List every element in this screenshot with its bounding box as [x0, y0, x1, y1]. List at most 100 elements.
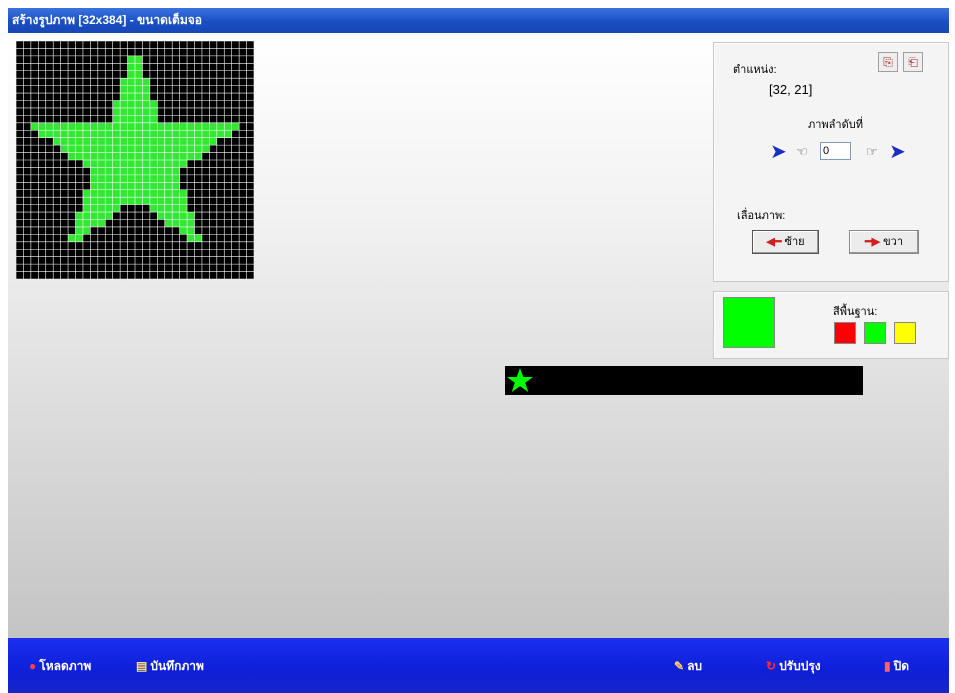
pixel-cell[interactable] — [127, 197, 135, 205]
arrow-right-icon[interactable]: ➤ — [889, 142, 906, 162]
pixel-cell[interactable] — [224, 122, 232, 131]
pixel-cell[interactable] — [142, 107, 150, 116]
pixel-cell[interactable] — [97, 197, 106, 205]
pixel-cell[interactable] — [82, 145, 91, 153]
pixel-cell[interactable] — [142, 182, 150, 190]
pixel-cell[interactable] — [149, 152, 158, 160]
pixel-cell[interactable] — [157, 197, 165, 205]
pixel-cell[interactable] — [60, 130, 69, 138]
pixel-cell[interactable] — [187, 234, 195, 242]
pixel-cell[interactable] — [157, 174, 165, 183]
pixel-cell[interactable] — [179, 152, 188, 160]
pixel-cell[interactable] — [82, 219, 91, 227]
hand-left-icon[interactable]: ☜ — [796, 144, 808, 160]
pixel-cell[interactable] — [142, 189, 150, 198]
pixel-cell[interactable] — [105, 197, 113, 205]
pixel-cell[interactable] — [82, 130, 91, 138]
pixel-cell[interactable] — [53, 130, 61, 138]
pixel-cell[interactable] — [172, 160, 180, 168]
pixel-cell[interactable] — [179, 145, 188, 153]
pixel-cell[interactable] — [120, 152, 128, 160]
pixel-cell[interactable] — [75, 130, 83, 138]
pixel-cell[interactable] — [157, 160, 165, 168]
pixel-cell[interactable] — [187, 145, 195, 153]
pixel-cell[interactable] — [149, 137, 158, 146]
pixel-cell[interactable] — [112, 182, 121, 190]
pixel-cell[interactable] — [142, 137, 150, 146]
pixel-cell[interactable] — [127, 63, 135, 71]
pixel-cell[interactable] — [164, 182, 173, 190]
pixel-cell[interactable] — [127, 100, 135, 108]
pixel-cell[interactable] — [216, 130, 225, 138]
pixel-cell[interactable] — [164, 145, 173, 153]
pixel-cell[interactable] — [187, 130, 195, 138]
pixel-cell[interactable] — [187, 219, 195, 227]
pixel-cell[interactable] — [157, 212, 165, 220]
pixel-cell[interactable] — [201, 130, 210, 138]
pixel-cell[interactable] — [149, 107, 158, 116]
pixel-cell[interactable] — [142, 100, 150, 108]
pixel-cell[interactable] — [120, 160, 128, 168]
pixel-cell[interactable] — [90, 189, 98, 198]
frame-number-input[interactable] — [820, 142, 851, 160]
pixel-cell[interactable] — [187, 212, 195, 220]
pixel-cell[interactable] — [127, 122, 135, 131]
pixel-cell[interactable] — [142, 122, 150, 131]
pixel-cell[interactable] — [127, 145, 135, 153]
pixel-cell[interactable] — [179, 197, 188, 205]
pixel-cell[interactable] — [157, 182, 165, 190]
pixel-cell[interactable] — [112, 204, 121, 213]
pixel-cell[interactable] — [120, 107, 128, 116]
pixel-cell[interactable] — [149, 197, 158, 205]
pixel-cell[interactable] — [82, 122, 91, 131]
pixel-cell[interactable] — [127, 85, 135, 94]
pixel-cell[interactable] — [75, 137, 83, 146]
pixel-cell[interactable] — [135, 189, 143, 198]
pixel-cell[interactable] — [105, 160, 113, 168]
pixel-cell[interactable] — [60, 122, 69, 131]
pixel-cell[interactable] — [127, 115, 135, 123]
pixel-cell[interactable] — [127, 160, 135, 168]
pixel-cell[interactable] — [90, 182, 98, 190]
pixel-cell[interactable] — [164, 137, 173, 146]
pixel-cell[interactable] — [105, 137, 113, 146]
pixel-cell[interactable] — [142, 167, 150, 175]
pixel-cell[interactable] — [194, 145, 202, 153]
paste-icon[interactable]: ⎗ — [903, 52, 923, 72]
pixel-cell[interactable] — [112, 115, 121, 123]
pixel-cell[interactable] — [38, 130, 46, 138]
pixel-cell[interactable] — [172, 182, 180, 190]
pixel-cell[interactable] — [82, 160, 91, 168]
pixel-cell[interactable] — [97, 152, 106, 160]
pixel-cell[interactable] — [82, 152, 91, 160]
pixel-cell[interactable] — [90, 145, 98, 153]
pixel-cell[interactable] — [179, 137, 188, 146]
pixel-cell[interactable] — [120, 145, 128, 153]
color-yellow-swatch[interactable] — [894, 322, 916, 344]
clear-button[interactable]: ✎ ลบ — [674, 658, 702, 674]
pixel-cell[interactable] — [127, 182, 135, 190]
pixel-cell[interactable] — [97, 122, 106, 131]
pixel-cell[interactable] — [112, 130, 121, 138]
pixel-cell[interactable] — [164, 130, 173, 138]
pixel-cell[interactable] — [164, 167, 173, 175]
pixel-cell[interactable] — [90, 137, 98, 146]
pixel-cell[interactable] — [75, 234, 83, 242]
pixel-cell[interactable] — [112, 152, 121, 160]
pixel-cell[interactable] — [112, 174, 121, 183]
pixel-cell[interactable] — [68, 234, 76, 242]
pixel-cell[interactable] — [135, 167, 143, 175]
pixel-cell[interactable] — [90, 152, 98, 160]
pixel-cell[interactable] — [45, 130, 54, 138]
pixel-cell[interactable] — [82, 197, 91, 205]
pixel-cell[interactable] — [127, 78, 135, 86]
pixel-cell[interactable] — [187, 122, 195, 131]
pixel-cell[interactable] — [157, 122, 165, 131]
pixel-cell[interactable] — [179, 219, 188, 227]
pixel-cell[interactable] — [149, 100, 158, 108]
pixel-cell[interactable] — [142, 115, 150, 123]
pixel-cell[interactable] — [164, 219, 173, 227]
color-red-swatch[interactable] — [834, 322, 856, 344]
pixel-cell[interactable] — [120, 78, 128, 86]
pixel-cell[interactable] — [53, 122, 61, 131]
